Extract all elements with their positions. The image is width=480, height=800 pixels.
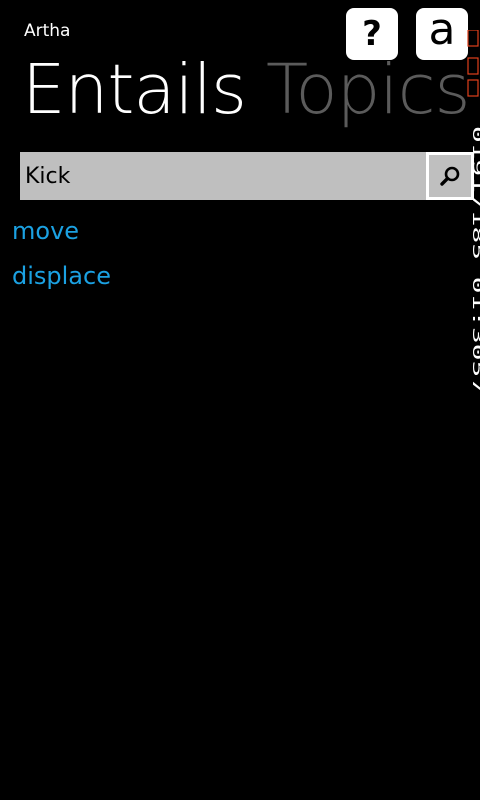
search-icon	[440, 166, 460, 186]
pivot-header: EntailsTopicsS	[22, 50, 480, 130]
search-bar	[20, 152, 474, 200]
app-screen: Artha ? a EntailsTopicsS move displace 0…	[0, 0, 480, 800]
help-button-label: ?	[362, 14, 382, 54]
app-title: Artha	[24, 21, 71, 41]
result-item-displace[interactable]: displace	[12, 257, 111, 302]
result-item-move[interactable]: move	[12, 212, 111, 257]
font-button-label: a	[428, 4, 456, 55]
search-input[interactable]	[20, 152, 406, 200]
tab-entails[interactable]: Entails	[22, 50, 247, 130]
tab-topics[interactable]: Topics	[266, 50, 470, 130]
results-list: move displace	[12, 212, 111, 302]
debug-counter-strip: 01917185 01:3057	[467, 30, 480, 394]
debug-counter-text: 01917185 01:3057	[469, 126, 480, 394]
